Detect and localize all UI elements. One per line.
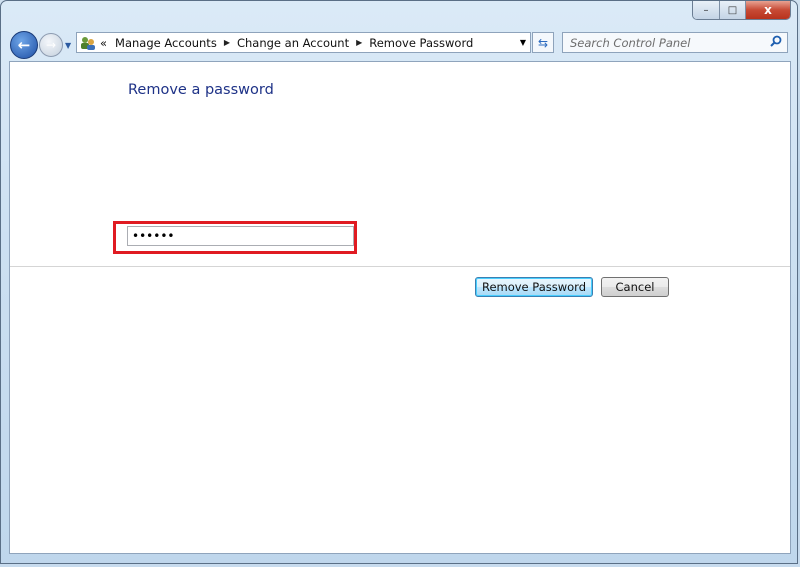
refresh-icon: ⇆ — [537, 35, 549, 50]
window-frame: – □ x ← → ▼ « Manage Accounts ▶ Change a… — [0, 0, 798, 564]
divider — [10, 266, 790, 267]
breadcrumb-change-account[interactable]: Change an Account — [237, 36, 349, 50]
forward-arrow-icon: → — [45, 38, 57, 52]
breadcrumb-remove-password[interactable]: Remove Password — [369, 36, 473, 50]
close-button[interactable]: x — [746, 1, 790, 19]
cancel-button[interactable]: Cancel — [601, 277, 669, 297]
refresh-button[interactable]: ⇆ — [532, 32, 554, 53]
forward-button[interactable]: → — [39, 33, 63, 57]
minimize-button[interactable]: – — [693, 1, 720, 19]
caption-buttons: – □ x — [692, 1, 791, 20]
back-arrow-icon: ← — [17, 36, 31, 54]
search-input[interactable]: Search Control Panel — [562, 32, 788, 53]
content-pane: Remove a password Remove Password Cancel — [9, 61, 791, 554]
breadcrumb-manage-accounts[interactable]: Manage Accounts — [115, 36, 217, 50]
navigation-buttons: ← → ▼ — [10, 31, 71, 59]
chevron-right-icon[interactable]: ▶ — [224, 38, 230, 47]
maximize-button[interactable]: □ — [720, 1, 746, 19]
chevron-right-icon[interactable]: ▶ — [356, 38, 362, 47]
search-icon[interactable] — [770, 35, 782, 50]
address-bar[interactable]: « Manage Accounts ▶ Change an Account ▶ … — [76, 32, 531, 53]
address-dropdown-icon[interactable]: ▼ — [520, 38, 526, 47]
remove-password-button[interactable]: Remove Password — [475, 277, 593, 297]
user-accounts-icon — [80, 36, 96, 50]
page-title: Remove a password — [128, 82, 274, 98]
search-placeholder: Search Control Panel — [570, 35, 691, 50]
recent-pages-dropdown-icon[interactable]: ▼ — [65, 41, 71, 50]
back-button[interactable]: ← — [10, 31, 38, 59]
breadcrumb-overflow[interactable]: « — [100, 36, 107, 50]
password-field[interactable] — [127, 226, 354, 246]
